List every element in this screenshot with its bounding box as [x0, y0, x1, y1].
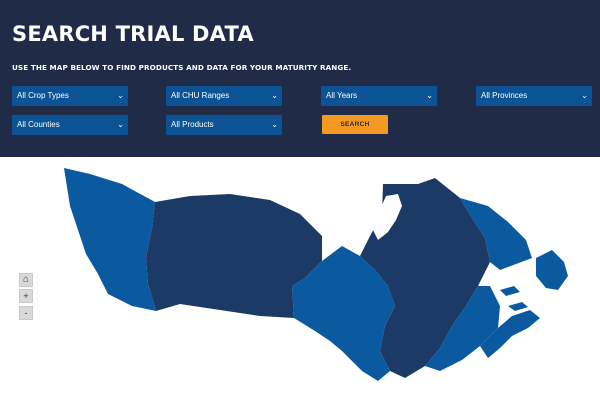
page-subtitle: USE THE MAP BELOW TO FIND PRODUCTS AND D… — [12, 63, 352, 72]
provinces-select[interactable]: All Provinces ⌄ — [476, 86, 592, 106]
region-pei[interactable] — [508, 302, 528, 311]
chevron-down-icon: ⌄ — [271, 120, 278, 129]
home-icon: ⌂ — [22, 274, 30, 285]
crop-types-value: All Crop Types — [17, 91, 69, 100]
products-value: All Products — [171, 120, 214, 129]
counties-value: All Counties — [17, 120, 60, 129]
chevron-down-icon: ⌄ — [271, 91, 278, 100]
chu-ranges-value: All CHU Ranges — [171, 91, 230, 100]
region-west[interactable] — [64, 168, 156, 311]
region-island[interactable] — [500, 286, 520, 296]
years-select[interactable]: All Years ⌄ — [321, 86, 437, 106]
home-button[interactable]: ⌂ — [19, 273, 33, 287]
zoom-in-button[interactable]: + — [19, 289, 33, 303]
crop-types-select[interactable]: All Crop Types ⌄ — [12, 86, 128, 106]
years-value: All Years — [326, 91, 358, 100]
chevron-down-icon: ⌄ — [581, 91, 588, 100]
chevron-down-icon: ⌄ — [117, 120, 124, 129]
counties-select[interactable]: All Counties ⌄ — [12, 115, 128, 135]
region-newfoundland[interactable] — [536, 250, 568, 290]
search-header: SEARCH TRIAL DATA USE THE MAP BELOW TO F… — [0, 0, 600, 157]
chu-ranges-select[interactable]: All CHU Ranges ⌄ — [166, 86, 282, 106]
chevron-down-icon: ⌄ — [426, 91, 433, 100]
products-select[interactable]: All Products ⌄ — [166, 115, 282, 135]
chevron-down-icon: ⌄ — [117, 91, 124, 100]
zoom-out-button[interactable]: - — [19, 306, 33, 320]
search-button[interactable]: SEARCH — [322, 115, 388, 134]
page-title: SEARCH TRIAL DATA — [12, 22, 254, 46]
provinces-value: All Provinces — [481, 91, 528, 100]
canada-map[interactable] — [60, 166, 600, 391]
